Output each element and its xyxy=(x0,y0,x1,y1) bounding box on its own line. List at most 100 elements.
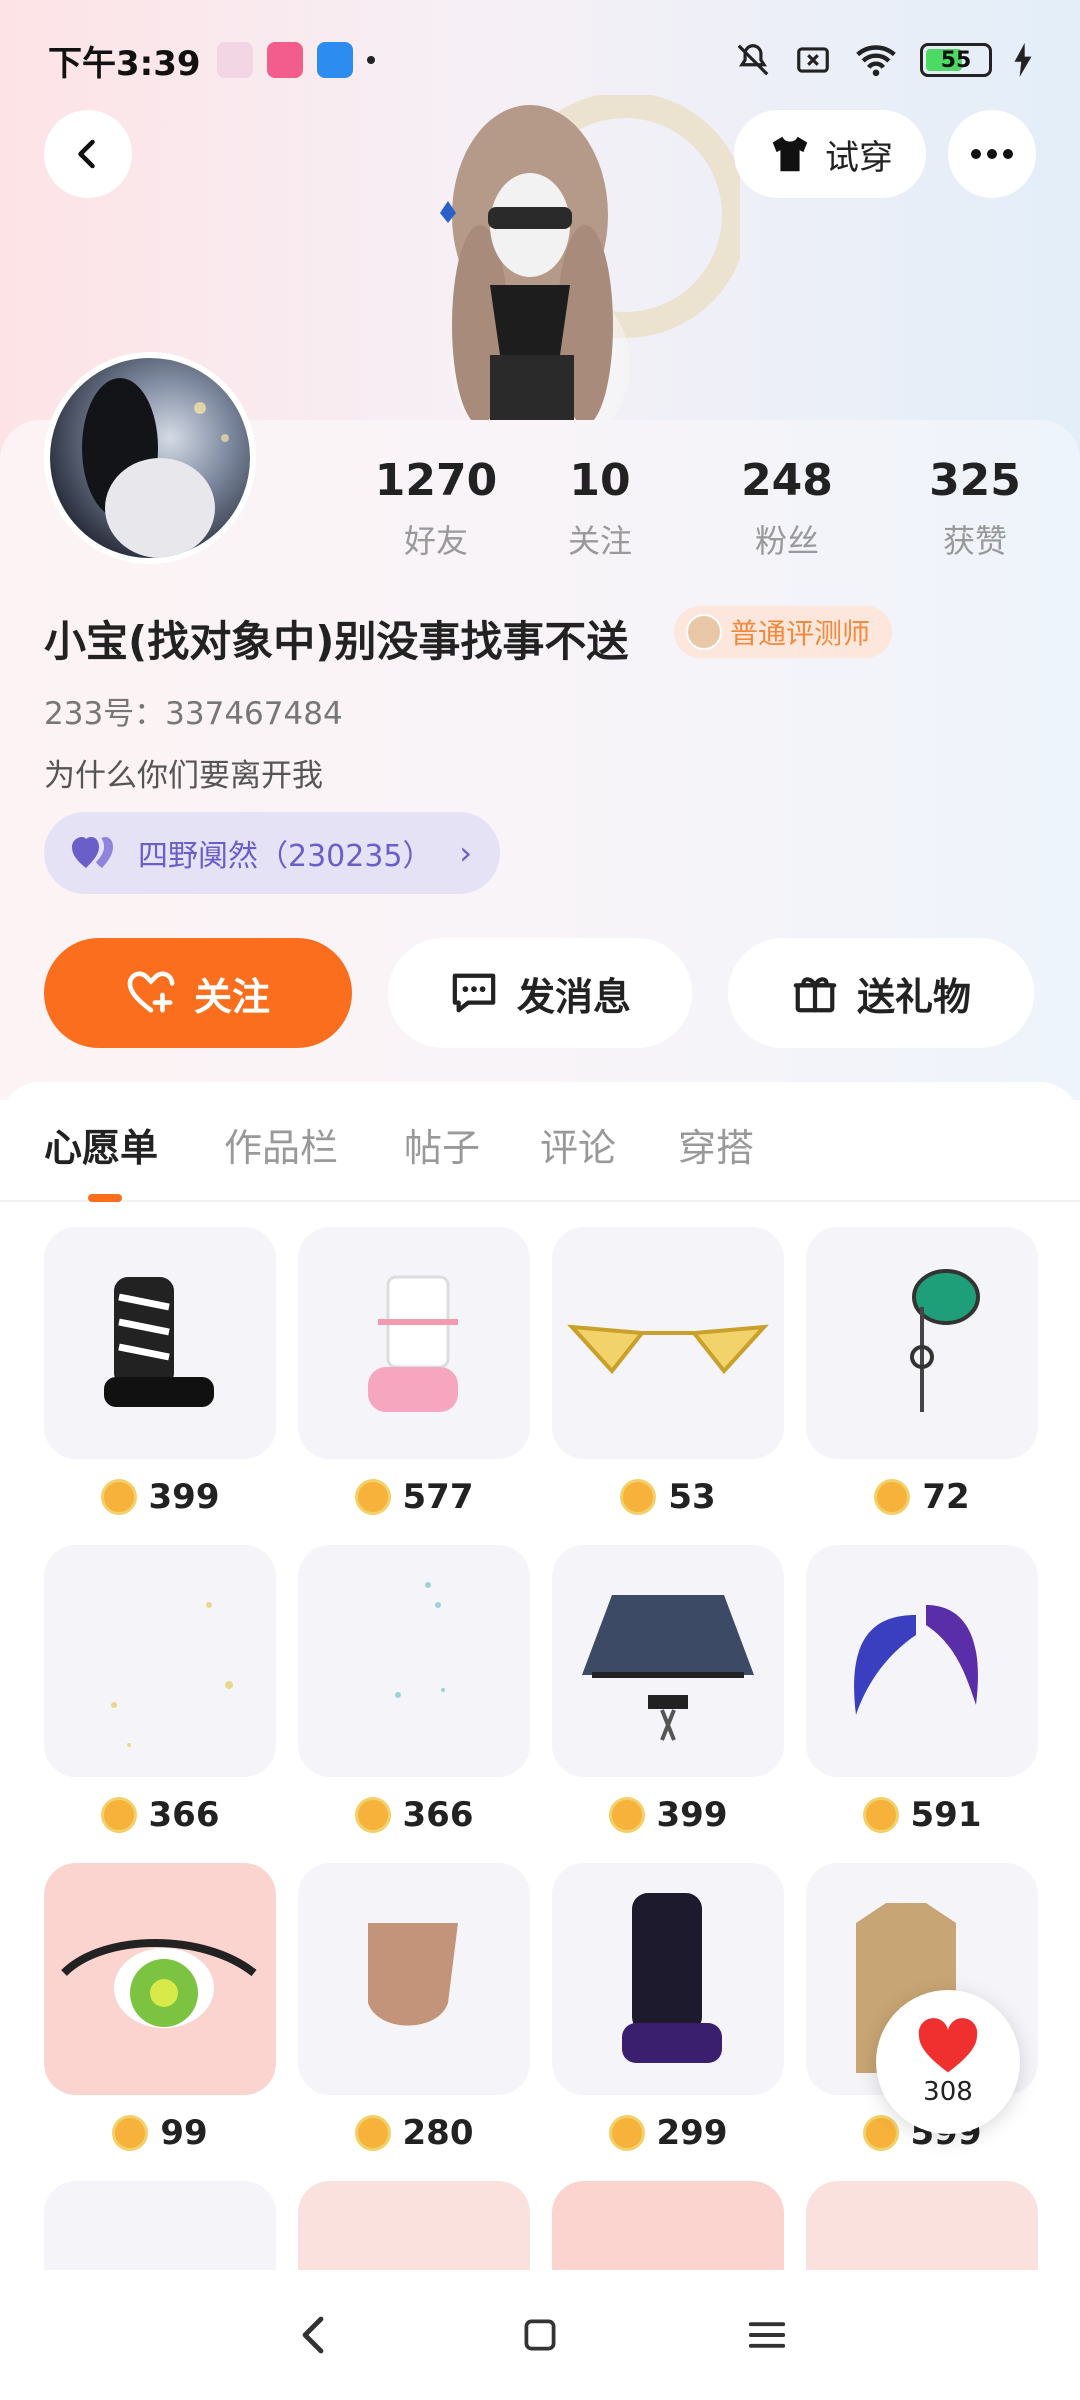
nav-home-button[interactable] xyxy=(510,2305,570,2365)
charging-icon xyxy=(1014,43,1032,77)
coin-icon xyxy=(112,2115,149,2151)
coin-icon xyxy=(862,2115,899,2151)
wishlist-item[interactable]: 299 xyxy=(552,1863,784,2153)
battery-icon: 55 xyxy=(920,43,992,77)
cloud-app-icon xyxy=(316,42,353,78)
message-button[interactable]: 发消息 xyxy=(388,938,692,1048)
tab-comments[interactable]: 评论 xyxy=(540,1117,616,1172)
item-price: 53 xyxy=(668,1477,716,1517)
coin-icon xyxy=(354,2115,391,2151)
relationship-chip[interactable]: 四野阒然（230235） › xyxy=(44,812,500,894)
stat-value: 1270 xyxy=(374,455,498,506)
hand-icon xyxy=(298,1863,530,2095)
coin-icon xyxy=(620,1479,657,1515)
wishlist-item[interactable]: 399 xyxy=(552,1545,784,1835)
wishlist-item[interactable]: 53 xyxy=(552,1227,784,1517)
wishlist-item[interactable]: 72 xyxy=(806,1227,1038,1517)
item-price: 366 xyxy=(402,1795,474,1835)
profile-stats: 1270 好友 10 关注 248 粉丝 325 获赞 xyxy=(0,455,1080,565)
wishlist-item[interactable]: 366 xyxy=(44,1545,276,1835)
wishlist-item[interactable]: 366 xyxy=(298,1545,530,1835)
more-dots-icon xyxy=(971,149,1013,159)
sparkle-effect-icon xyxy=(298,1545,530,1777)
stat-followers[interactable]: 248 粉丝 xyxy=(707,455,867,562)
follow-button[interactable]: 关注 xyxy=(44,938,352,1048)
gold-glasses-icon xyxy=(552,1227,784,1459)
message-label: 发消息 xyxy=(516,974,631,1019)
item-price: 299 xyxy=(656,2113,728,2153)
wishlist-item[interactable]: 577 xyxy=(298,1227,530,1517)
sparkle-effect-icon xyxy=(44,1545,276,1777)
item-price: 366 xyxy=(148,1795,220,1835)
chat-bubble-icon xyxy=(452,973,496,1013)
user-bio: 为什么你们要离开我 xyxy=(44,758,323,794)
tab-posts[interactable]: 帖子 xyxy=(404,1117,480,1172)
item-price: 280 xyxy=(402,2113,474,2153)
coin-icon xyxy=(354,1479,391,1515)
status-app-icons xyxy=(216,42,353,78)
username: 小宝(找对象中)别没事找事不送 xyxy=(44,617,629,666)
tab-works[interactable]: 作品栏 xyxy=(224,1117,338,1172)
stat-label: 好友 xyxy=(403,522,468,560)
item-price: 399 xyxy=(148,1477,220,1517)
gift-icon xyxy=(793,977,837,1013)
heart-icon xyxy=(918,2018,978,2073)
stat-friends[interactable]: 1270 好友 xyxy=(356,455,516,562)
battery-level: 55 xyxy=(940,47,972,73)
mute-icon xyxy=(737,44,769,76)
wishlist-item[interactable]: 99 xyxy=(44,1863,276,2153)
avatar-character-image xyxy=(440,95,740,420)
item-price: 99 xyxy=(160,2113,208,2153)
stat-label: 粉丝 xyxy=(754,522,819,560)
back-arrow-icon xyxy=(78,139,95,169)
nav-back-icon xyxy=(302,2316,324,2354)
like-button[interactable]: 308 xyxy=(876,1990,1020,2134)
stat-label: 关注 xyxy=(567,522,632,560)
nav-menu-button[interactable] xyxy=(737,2305,797,2365)
no-sim-icon xyxy=(797,47,829,73)
purple-boots-icon xyxy=(552,1863,784,2095)
green-eye-icon xyxy=(44,1863,276,2095)
try-on-label: 试穿 xyxy=(825,137,893,178)
notification-dot-icon xyxy=(366,56,375,64)
nav-home-icon xyxy=(524,2319,556,2351)
heart-plus-icon xyxy=(127,971,175,1013)
double-heart-icon xyxy=(72,837,113,868)
system-nav-bar xyxy=(0,2270,1080,2400)
tab-wishlist[interactable]: 心愿单 xyxy=(44,1117,158,1172)
back-button[interactable] xyxy=(44,110,132,198)
tshirt-icon xyxy=(772,136,808,172)
nav-menu-icon xyxy=(748,2322,785,2348)
coin-icon xyxy=(862,1797,899,1833)
stat-likes[interactable]: 325 获赞 xyxy=(895,455,1055,562)
coin-icon xyxy=(100,1797,137,1833)
stat-value: 248 xyxy=(741,455,833,506)
coin-icon xyxy=(608,1797,645,1833)
coin-icon xyxy=(354,1797,391,1833)
reviewer-badge[interactable]: 普通评测师 xyxy=(674,606,893,658)
stat-following[interactable]: 10 关注 xyxy=(520,455,680,562)
try-on-button[interactable]: 试穿 xyxy=(734,110,926,198)
wishlist-item[interactable]: 280 xyxy=(298,1863,530,2153)
status-indicators: 55 xyxy=(734,41,1032,79)
wishlist-item[interactable]: 591 xyxy=(806,1545,1038,1835)
nav-back-button[interactable] xyxy=(283,2305,343,2365)
stat-value: 10 xyxy=(569,455,631,506)
jade-earring-icon xyxy=(806,1227,1038,1459)
like-count: 308 xyxy=(923,2077,973,2107)
anime-app-icon xyxy=(216,42,253,78)
wishlist-item[interactable]: 399 xyxy=(44,1227,276,1517)
bilibili-icon xyxy=(266,42,303,78)
gift-label: 送礼物 xyxy=(856,974,971,1019)
profile-tabs: 心愿单 作品栏 帖子 评论 穿搭 xyxy=(0,1082,1080,1202)
tab-outfits[interactable]: 穿搭 xyxy=(678,1117,754,1172)
item-price: 72 xyxy=(922,1477,970,1517)
user-id: 233号：337467484 xyxy=(44,696,343,732)
send-gift-button[interactable]: 送礼物 xyxy=(728,938,1034,1048)
blue-wings-icon xyxy=(806,1545,1038,1777)
coin-icon xyxy=(874,1479,911,1515)
denim-skirt-icon xyxy=(552,1545,784,1777)
badge-label: 普通评测师 xyxy=(730,617,871,650)
more-options-button[interactable] xyxy=(948,110,1036,198)
wifi-icon xyxy=(856,45,896,77)
